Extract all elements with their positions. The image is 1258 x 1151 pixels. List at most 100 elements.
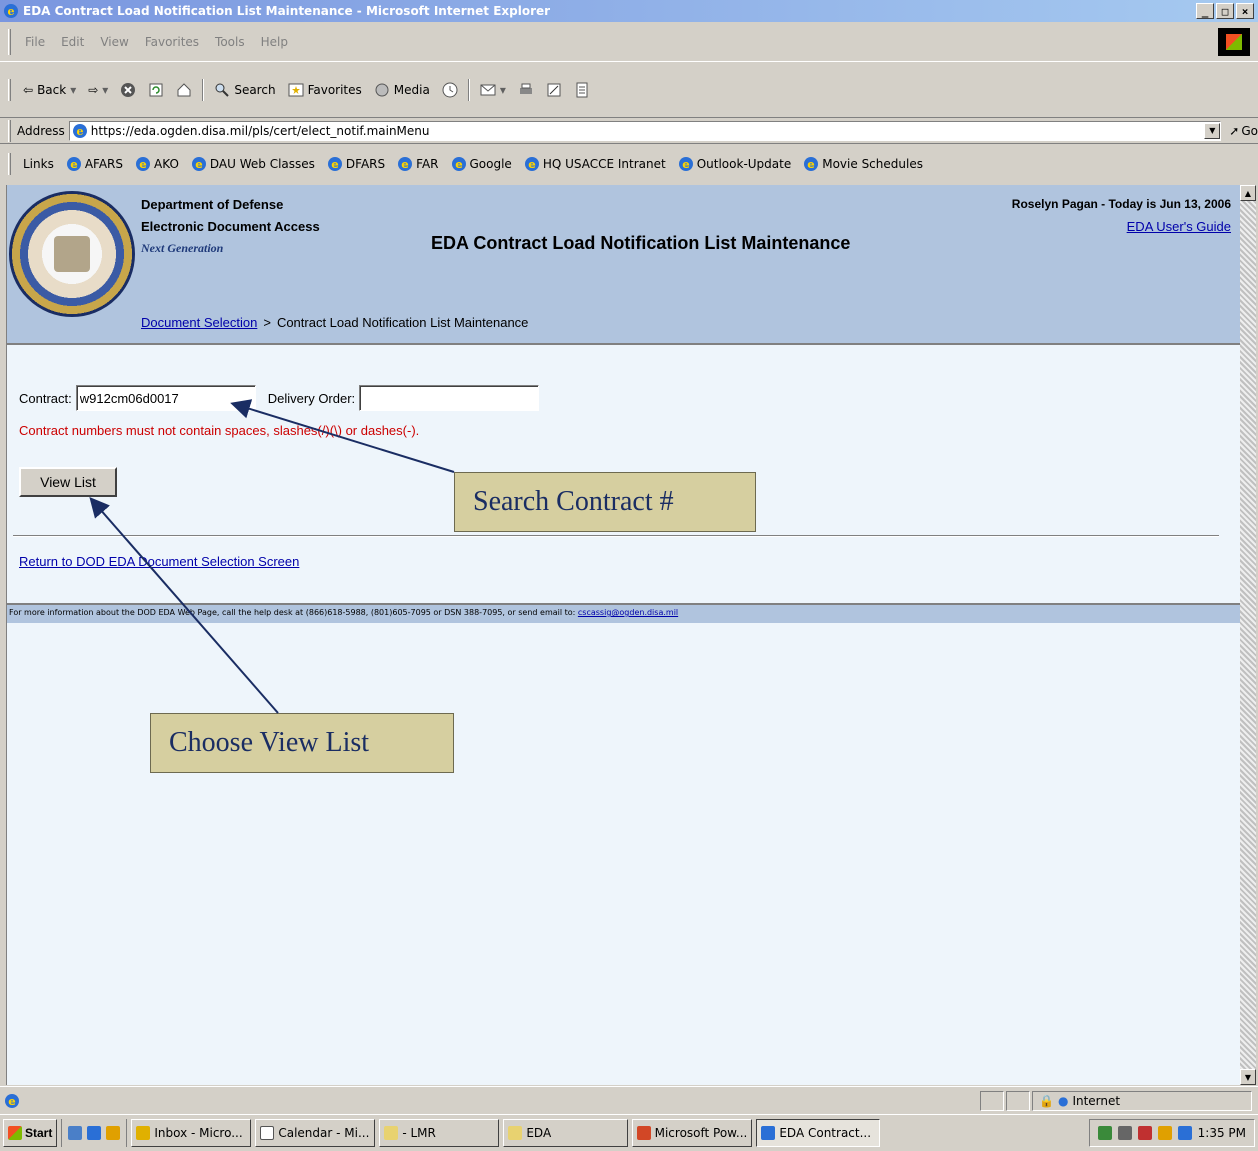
link-ako[interactable]: e AKO [129,156,185,172]
link-label: FAR [416,157,439,171]
menu-edit[interactable]: Edit [53,35,92,49]
svg-text:e: e [76,125,83,138]
scroll-up-button[interactable]: ▲ [1240,185,1256,201]
scroll-down-button[interactable]: ▼ [1240,1069,1256,1085]
link-far[interactable]: e FAR [391,156,444,172]
status-panel [1006,1090,1030,1111]
ie-icon: e [4,4,18,18]
task-label: - LMR [402,1126,436,1140]
toolbar-grip[interactable] [8,28,11,55]
minimize-button[interactable]: _ [1196,3,1214,19]
outlook-icon[interactable] [106,1126,121,1140]
ie-page-icon: e [136,157,151,171]
go-button[interactable]: ➚ Go [1229,124,1258,138]
discuss-button[interactable] [568,82,596,98]
breadcrumb: Document Selection > Contract Load Notif… [141,315,528,330]
contract-input[interactable] [75,385,256,411]
tray-app-icon[interactable] [1177,1126,1192,1140]
address-dropdown-button[interactable]: ▼ [1204,122,1221,139]
menu-file[interactable]: File [17,35,53,49]
address-input[interactable]: e https://eda.ogden.disa.mil/pls/cert/el… [68,120,1222,141]
print-button[interactable] [512,82,540,98]
link-hq-usacce-intranet[interactable]: e HQ USACCE Intranet [518,156,672,172]
mail-button[interactable]: ▾ [474,82,512,98]
task-calendar[interactable]: Calendar - Mi... [255,1119,376,1147]
maximize-button[interactable]: □ [1216,3,1234,19]
edit-icon [547,83,561,96]
home-button[interactable] [170,82,198,98]
powerpoint-icon [637,1126,651,1140]
search-icon [215,83,230,97]
link-afars[interactable]: e AFARS [60,156,129,172]
task-lmr-folder[interactable]: - LMR [379,1119,500,1147]
address-label: Address [16,123,65,138]
media-button[interactable]: Media [368,82,436,98]
menu-view[interactable]: View [92,35,136,49]
svg-text:e: e [8,1095,15,1108]
page-content: Department of Defense Electronic Documen… [6,185,1240,1085]
back-button[interactable]: ⇦ Back ▾ [17,83,82,97]
folder-icon [384,1126,399,1140]
tray-app-icon[interactable] [1157,1126,1172,1140]
ie-page-icon: e [678,157,693,171]
delivery-order-input[interactable] [359,385,540,411]
link-dau-web-classes[interactable]: e DAU Web Classes [185,156,321,172]
ie-icon[interactable] [87,1126,102,1140]
link-movie-schedules[interactable]: e Movie Schedules [797,156,929,172]
view-list-button[interactable]: View List [19,467,117,497]
forward-arrow-icon: ⇨ [88,82,99,97]
users-guide-link[interactable]: EDA User's Guide [1127,219,1231,234]
svg-text:e: e [139,158,146,171]
footer-text: For more information about the DOD EDA W… [9,608,578,617]
antivirus-icon[interactable] [1137,1126,1152,1140]
close-button[interactable]: × [1236,3,1254,19]
menu-tools[interactable]: Tools [207,35,253,49]
go-label: Go [1241,123,1258,138]
desktop-icon[interactable] [68,1126,83,1140]
ie-page-icon: e [66,157,81,171]
network-icon[interactable] [1097,1126,1112,1140]
task-powerpoint[interactable]: Microsoft Pow... [632,1119,753,1147]
menu-help[interactable]: Help [253,35,296,49]
task-eda-contract[interactable]: EDA Contract... [756,1119,881,1147]
ie-page-icon: e [191,157,206,171]
start-button[interactable]: Start [3,1119,58,1147]
window-titlebar: e EDA Contract Load Notification List Ma… [0,0,1258,22]
link-label: Outlook-Update [696,157,792,171]
link-label: HQ USACCE Intranet [542,157,666,171]
home-icon [177,82,191,96]
link-outlook-update[interactable]: e Outlook-Update [672,156,798,172]
favorites-star-icon [288,83,304,96]
globe-icon: ● [1057,1093,1069,1108]
refresh-button[interactable] [142,82,170,98]
help-desk-email-link[interactable]: cscassig@ogden.disa.mil [578,608,678,617]
link-google[interactable]: e Google [445,156,518,172]
menu-favorites[interactable]: Favorites [137,35,207,49]
system-tray: 1:35 PM [1088,1119,1255,1147]
favorites-button[interactable]: Favorites [282,82,368,98]
address-url: https://eda.ogden.disa.mil/pls/cert/elec… [90,123,430,138]
link-label: DAU Web Classes [209,157,315,171]
page-header: Department of Defense Electronic Documen… [7,185,1240,345]
folder-icon [508,1126,523,1140]
return-to-selection-link[interactable]: Return to DOD EDA Document Selection Scr… [19,554,299,569]
link-dfars[interactable]: e DFARS [321,156,391,172]
volume-icon[interactable] [1117,1126,1132,1140]
ie-icon [761,1126,776,1140]
go-arrow-icon: ➚ [1229,123,1240,138]
media-icon [375,83,389,96]
history-button[interactable] [436,82,464,98]
user-date-line: Roselyn Pagan - Today is Jun 13, 2006 [1011,197,1231,211]
start-label: Start [25,1126,53,1140]
validation-message: Contract numbers must not contain spaces… [19,423,420,438]
links-label: Links [23,157,54,171]
edit-button[interactable] [540,82,568,98]
task-eda-folder[interactable]: EDA [503,1119,629,1147]
ie-page-icon: e [5,1093,19,1108]
task-inbox[interactable]: Inbox - Micro... [131,1119,252,1147]
breadcrumb-document-selection[interactable]: Document Selection [141,315,257,330]
stop-button[interactable] [114,82,142,98]
search-button[interactable]: Search [208,82,281,98]
forward-button[interactable]: ⇨ ▾ [82,83,114,97]
vertical-scrollbar[interactable]: ▲ ▼ [1240,185,1256,1085]
